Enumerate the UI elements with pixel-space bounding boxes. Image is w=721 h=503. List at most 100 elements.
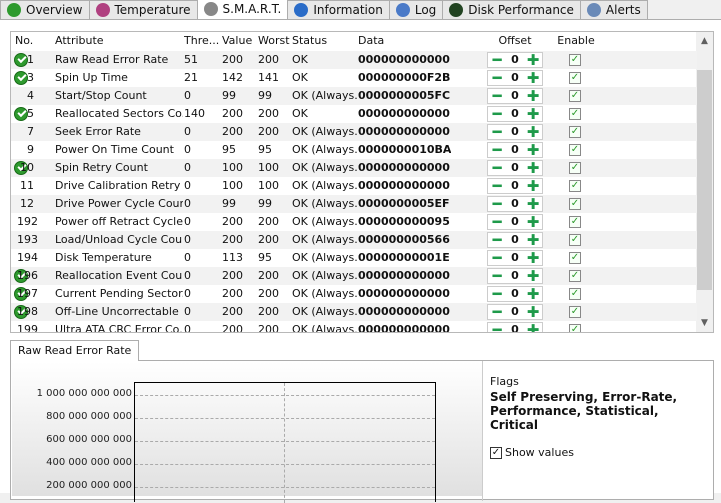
scrollbar[interactable]: ▲ ▼ bbox=[696, 32, 713, 332]
table-row[interactable]: 199 Ultra ATA CRC Error Co... 0 200 200 OK (A… bbox=[11, 321, 697, 333]
column-header[interactable]: Data bbox=[358, 32, 384, 50]
plus-icon[interactable]: ✚ bbox=[524, 53, 542, 68]
offset-value[interactable]: 0 bbox=[506, 305, 524, 319]
column-header[interactable]: Worst bbox=[258, 32, 290, 50]
plus-icon[interactable]: ✚ bbox=[524, 233, 542, 248]
offset-value[interactable]: 0 bbox=[506, 71, 524, 85]
enable-checkbox[interactable]: ✓ bbox=[569, 198, 581, 210]
plus-icon[interactable]: ✚ bbox=[524, 143, 542, 158]
table-row[interactable]: 9Power On Time Count09595OK (Always...00… bbox=[11, 141, 697, 159]
tab-overview[interactable]: Overview bbox=[0, 0, 90, 19]
table-row[interactable]: 10Spin Retry Count0100100OK (Always...00… bbox=[11, 159, 697, 177]
plus-icon[interactable]: ✚ bbox=[524, 125, 542, 140]
offset-value[interactable]: 0 bbox=[506, 215, 524, 229]
tab-disk-performance[interactable]: Disk Performance bbox=[442, 0, 581, 19]
plus-icon[interactable]: ✚ bbox=[524, 251, 542, 266]
offset-value[interactable]: 0 bbox=[506, 143, 524, 157]
scroll-down-icon[interactable]: ▼ bbox=[696, 318, 713, 328]
minus-icon[interactable]: ━ bbox=[488, 269, 506, 284]
enable-checkbox[interactable]: ✓ bbox=[569, 108, 581, 120]
enable-checkbox[interactable]: ✓ bbox=[569, 180, 581, 192]
offset-value[interactable]: 0 bbox=[506, 161, 524, 175]
enable-checkbox[interactable]: ✓ bbox=[569, 288, 581, 300]
plus-icon[interactable]: ✚ bbox=[524, 71, 542, 86]
table-row[interactable]: 192 Power off Retract Cycle ... 0 200 200 OK … bbox=[11, 213, 697, 231]
plus-icon[interactable]: ✚ bbox=[524, 107, 542, 122]
plus-icon[interactable]: ✚ bbox=[524, 197, 542, 212]
enable-checkbox[interactable]: ✓ bbox=[569, 324, 581, 332]
offset-value[interactable]: 0 bbox=[506, 269, 524, 283]
column-header[interactable]: No. bbox=[15, 32, 33, 50]
minus-icon[interactable]: ━ bbox=[488, 143, 506, 158]
minus-icon[interactable]: ━ bbox=[488, 215, 506, 230]
offset-value[interactable]: 0 bbox=[506, 89, 524, 103]
tab-temperature[interactable]: Temperature bbox=[88, 0, 198, 19]
column-header[interactable]: Attribute bbox=[55, 32, 104, 50]
tab-information[interactable]: Information bbox=[287, 0, 390, 19]
enable-checkbox[interactable]: ✓ bbox=[569, 270, 581, 282]
column-header[interactable]: Thre... bbox=[184, 32, 219, 50]
table-row[interactable]: 197 Current Pending Sector... 0 200 200 OK (A… bbox=[11, 285, 697, 303]
scroll-up-icon[interactable]: ▲ bbox=[696, 36, 713, 46]
plus-icon[interactable]: ✚ bbox=[524, 179, 542, 194]
enable-checkbox[interactable]: ✓ bbox=[569, 162, 581, 174]
offset-value[interactable]: 0 bbox=[506, 53, 524, 67]
tab-log[interactable]: Log bbox=[388, 0, 444, 19]
scroll-thumb[interactable] bbox=[697, 70, 712, 290]
minus-icon[interactable]: ━ bbox=[488, 305, 506, 320]
column-header[interactable]: Enable bbox=[551, 32, 601, 50]
column-header[interactable]: Offset bbox=[489, 32, 541, 50]
checkbox-checked-icon[interactable]: ✓ bbox=[490, 446, 502, 459]
offset-value[interactable]: 0 bbox=[506, 107, 524, 121]
minus-icon[interactable]: ━ bbox=[488, 53, 506, 68]
enable-checkbox[interactable]: ✓ bbox=[569, 90, 581, 102]
plus-icon[interactable]: ✚ bbox=[524, 287, 542, 302]
enable-checkbox[interactable]: ✓ bbox=[569, 54, 581, 66]
table-row[interactable]: 3 Spin Up Time 21 142 141 OK 000000000F2B ━ 0 ✚ ✓ bbox=[11, 69, 697, 87]
minus-icon[interactable]: ━ bbox=[488, 179, 506, 194]
tab-raw-read-error-rate[interactable]: Raw Read Error Rate bbox=[10, 340, 140, 361]
minus-icon[interactable]: ━ bbox=[488, 323, 506, 333]
table-row[interactable]: 5 Reallocated Sectors Co... 140 200 200 OK 000… bbox=[11, 105, 697, 123]
minus-icon[interactable]: ━ bbox=[488, 251, 506, 266]
offset-value[interactable]: 0 bbox=[506, 287, 524, 301]
minus-icon[interactable]: ━ bbox=[488, 71, 506, 86]
enable-checkbox[interactable]: ✓ bbox=[569, 126, 581, 138]
plus-icon[interactable]: ✚ bbox=[524, 323, 542, 333]
minus-icon[interactable]: ━ bbox=[488, 287, 506, 302]
minus-icon[interactable]: ━ bbox=[488, 125, 506, 140]
table-row[interactable]: 196 Reallocation Event Count 0 200 200 OK (Al… bbox=[11, 267, 697, 285]
column-header[interactable]: Value bbox=[222, 32, 252, 50]
tab-alerts[interactable]: Alerts bbox=[579, 0, 648, 19]
minus-icon[interactable]: ━ bbox=[488, 197, 506, 212]
enable-checkbox[interactable]: ✓ bbox=[569, 144, 581, 156]
table-row[interactable]: 194Disk Temperature011395OK (Always...00… bbox=[11, 249, 697, 267]
table-row[interactable]: 193 Load/Unload Cycle Cou... 0 200 200 OK (Al… bbox=[11, 231, 697, 249]
offset-value[interactable]: 0 bbox=[506, 323, 524, 332]
table-row[interactable]: 12 Drive Power Cycle Count 0 99 99 OK (Always… bbox=[11, 195, 697, 213]
tab-s-m-a-r-t[interactable]: S.M.A.R.T. bbox=[196, 0, 289, 19]
enable-checkbox[interactable]: ✓ bbox=[569, 252, 581, 264]
table-row[interactable]: 1 Raw Read Error Rate 51 200 200 OK 0000000000… bbox=[11, 51, 697, 69]
minus-icon[interactable]: ━ bbox=[488, 107, 506, 122]
minus-icon[interactable]: ━ bbox=[488, 233, 506, 248]
offset-value[interactable]: 0 bbox=[506, 233, 524, 247]
enable-checkbox[interactable]: ✓ bbox=[569, 306, 581, 318]
plus-icon[interactable]: ✚ bbox=[524, 215, 542, 230]
table-row[interactable]: 198 Off-Line Uncorrectable ... 0 200 200 OK (… bbox=[11, 303, 697, 321]
plus-icon[interactable]: ✚ bbox=[524, 305, 542, 320]
plus-icon[interactable]: ✚ bbox=[524, 89, 542, 104]
offset-value[interactable]: 0 bbox=[506, 197, 524, 211]
show-values-checkbox[interactable]: ✓ Show values bbox=[490, 446, 574, 459]
enable-checkbox[interactable]: ✓ bbox=[569, 72, 581, 84]
offset-value[interactable]: 0 bbox=[506, 125, 524, 139]
offset-value[interactable]: 0 bbox=[506, 251, 524, 265]
table-row[interactable]: 7Seek Error Rate0200200OK (Always...0000… bbox=[11, 123, 697, 141]
enable-checkbox[interactable]: ✓ bbox=[569, 234, 581, 246]
column-header[interactable]: Status bbox=[292, 32, 327, 50]
plus-icon[interactable]: ✚ bbox=[524, 161, 542, 176]
minus-icon[interactable]: ━ bbox=[488, 89, 506, 104]
table-row[interactable]: 4Start/Stop Count09999OK (Always...00000… bbox=[11, 87, 697, 105]
minus-icon[interactable]: ━ bbox=[488, 161, 506, 176]
plus-icon[interactable]: ✚ bbox=[524, 269, 542, 284]
